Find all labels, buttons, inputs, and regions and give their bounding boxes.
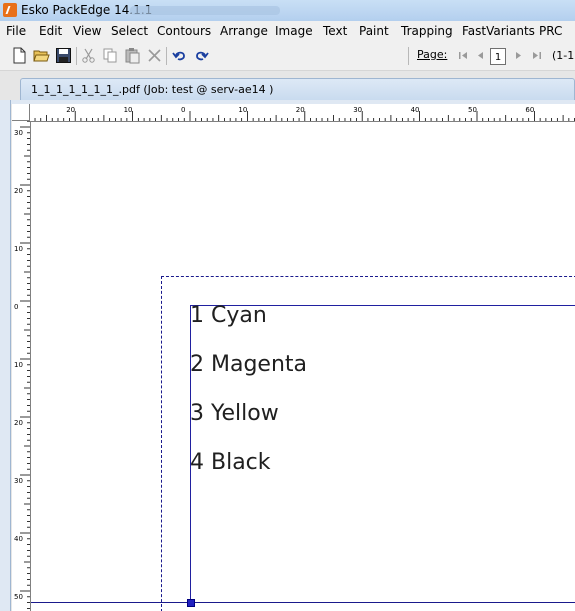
- previous-page-icon[interactable]: [475, 50, 486, 61]
- menu-bar: File Edit View Select Contours Arrange I…: [0, 21, 575, 42]
- title-bar: Esko PackEdge 14.1.1: [0, 0, 575, 21]
- delete-icon[interactable]: [146, 47, 163, 64]
- document-tab-title: 1_1_1_1_1_1_1_.pdf (Job: test @ serv-ae1…: [31, 83, 274, 96]
- ruler-label-v: 20: [14, 419, 23, 427]
- guide-line: [31, 602, 575, 603]
- menu-image[interactable]: Image: [275, 24, 313, 38]
- selection-handle[interactable]: [187, 599, 195, 607]
- menu-trapping[interactable]: Trapping: [401, 24, 453, 38]
- ruler-label-v: 40: [14, 535, 23, 543]
- toolbar-separator: [166, 47, 167, 65]
- menu-fastvariants[interactable]: FastVariants: [462, 24, 535, 38]
- ruler-label-h: 20: [296, 106, 305, 114]
- vertical-ruler: 30 20 10 0 10 20 30 40 50: [12, 121, 31, 611]
- ruler-label-v: 20: [14, 187, 23, 195]
- menu-arrange[interactable]: Arrange: [220, 24, 268, 38]
- page-count: (1-1): [552, 49, 575, 62]
- esko-app-icon: [3, 3, 17, 17]
- title-blurred-region: [130, 6, 280, 15]
- last-page-icon[interactable]: [531, 50, 542, 61]
- drawing-canvas[interactable]: 1 Cyan 2 Magenta 3 Yellow 4 Black: [31, 122, 575, 611]
- text-line-black[interactable]: 4 Black: [190, 450, 271, 475]
- ruler-label-h: 40: [411, 106, 420, 114]
- ruler-label-v: 10: [14, 361, 23, 369]
- menu-paint[interactable]: Paint: [359, 24, 389, 38]
- new-document-icon[interactable]: [11, 47, 28, 64]
- ruler-label-v: 30: [14, 477, 23, 485]
- menu-select[interactable]: Select: [111, 24, 148, 38]
- text-line-yellow[interactable]: 3 Yellow: [190, 401, 279, 426]
- ruler-label-h: 50: [468, 106, 477, 114]
- document-tab[interactable]: 1_1_1_1_1_1_1_.pdf (Job: test @ serv-ae1…: [20, 78, 575, 100]
- app-window: Esko PackEdge 14.1.1 File Edit View Sele…: [0, 0, 575, 611]
- ruler-label-h: 20: [66, 106, 75, 114]
- ruler-label-h: 0: [181, 106, 185, 114]
- copy-icon[interactable]: [102, 47, 119, 64]
- menu-prc[interactable]: PRC: [539, 24, 562, 38]
- menu-edit[interactable]: Edit: [39, 24, 62, 38]
- menu-view[interactable]: View: [73, 24, 101, 38]
- cut-icon[interactable]: [80, 47, 97, 64]
- ruler-label-h: 30: [353, 106, 362, 114]
- first-page-icon[interactable]: [458, 50, 469, 61]
- text-line-magenta[interactable]: 2 Magenta: [190, 352, 307, 377]
- menu-text[interactable]: Text: [323, 24, 347, 38]
- ruler-corner: [12, 104, 30, 121]
- toolbar-separator: [408, 47, 409, 65]
- menu-contours[interactable]: Contours: [157, 24, 211, 38]
- next-page-icon[interactable]: [513, 50, 524, 61]
- undo-icon[interactable]: [171, 47, 188, 64]
- ruler-label-h: 60: [525, 106, 534, 114]
- horizontal-ruler: 20 10 0 10 20 30 40 50 60: [12, 104, 575, 122]
- ruler-label-v: 30: [14, 129, 23, 137]
- save-icon[interactable]: [55, 47, 72, 64]
- document-frame-left: [0, 100, 11, 611]
- ruler-label-v: 10: [14, 245, 23, 253]
- ruler-label-v: 0: [14, 303, 18, 311]
- page-number-field[interactable]: 1: [490, 48, 506, 65]
- ruler-label-h: 10: [238, 106, 247, 114]
- toolbar: [0, 42, 575, 71]
- menu-file[interactable]: File: [6, 24, 26, 38]
- text-line-cyan[interactable]: 1 Cyan: [190, 303, 267, 328]
- page-label: Page:: [417, 48, 448, 61]
- paste-icon[interactable]: [124, 47, 141, 64]
- toolbar-separator: [76, 47, 77, 65]
- ruler-label-v: 50: [14, 593, 23, 601]
- ruler-label-h: 10: [124, 106, 133, 114]
- redo-icon[interactable]: [193, 47, 210, 64]
- open-folder-icon[interactable]: [33, 47, 50, 64]
